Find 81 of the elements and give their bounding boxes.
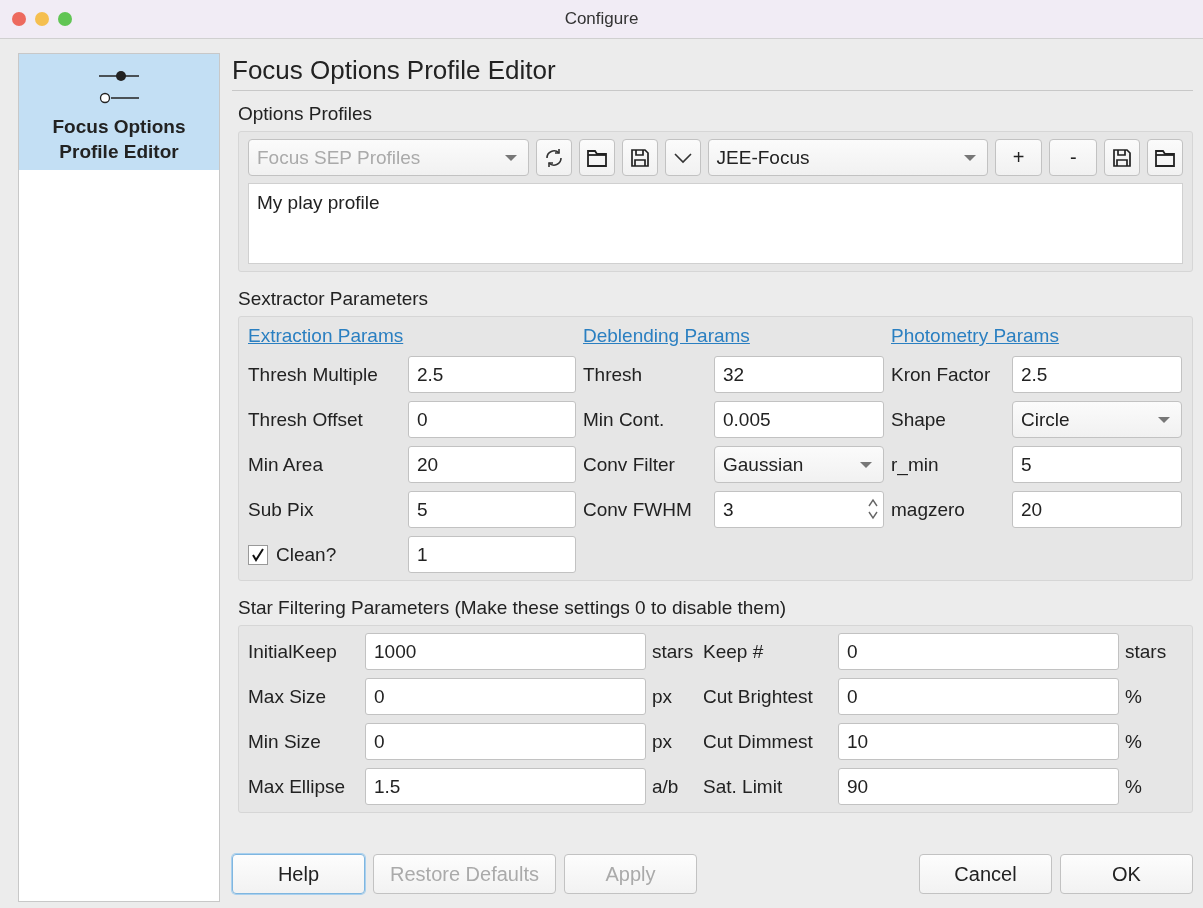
- description-field[interactable]: My play profile: [248, 183, 1183, 264]
- open-button[interactable]: [1147, 139, 1183, 176]
- dialog-button[interactable]: Help: [232, 854, 365, 894]
- field-label: Sat. Limit: [703, 775, 784, 798]
- field-label: Conv Filter: [583, 453, 676, 476]
- dialog-button[interactable]: OK: [1060, 854, 1193, 894]
- field-label: Thresh: [583, 363, 644, 386]
- input-field[interactable]: 20: [1012, 491, 1182, 528]
- section-title: Options Profiles: [238, 103, 373, 124]
- unit-label: stars: [1124, 640, 1168, 663]
- field-label: Cut Brightest: [703, 685, 814, 708]
- input-field[interactable]: 0.005: [714, 401, 884, 438]
- sliders-icon: [97, 68, 141, 106]
- page-title: Focus Options Profile Editor: [232, 55, 556, 85]
- checkmark-icon: [250, 546, 266, 563]
- section-title: Sextractor Parameters: [238, 288, 429, 309]
- unit-label: stars: [651, 640, 695, 663]
- dropdown-arrow-icon: [859, 460, 873, 469]
- profile-dropdown[interactable]: JEE-Focus: [707, 139, 988, 176]
- field-label: Shape: [891, 408, 947, 431]
- field-label: Kron Factor: [891, 363, 992, 386]
- unit-label: %: [1124, 775, 1143, 798]
- input-field[interactable]: 1000: [365, 633, 646, 670]
- field-label: Min Size: [248, 730, 322, 753]
- input-field[interactable]: 0: [365, 678, 646, 715]
- reload-button[interactable]: [536, 139, 572, 176]
- section-title: Star Filtering Parameters (Make these settings 0 to disable them): [238, 597, 787, 618]
- dropdown[interactable]: Circle: [1012, 401, 1182, 438]
- refresh-icon: [543, 146, 565, 169]
- dropdown-arrow-icon: [504, 153, 519, 162]
- checkbox[interactable]: Clean?: [248, 543, 337, 566]
- input-field[interactable]: 2.5: [408, 356, 576, 393]
- input-field[interactable]: 20: [408, 446, 576, 483]
- field-label: Conv FWHM: [583, 498, 693, 521]
- field-label: Min Cont.: [583, 408, 666, 431]
- folder-icon: [1154, 147, 1177, 168]
- field-label: Thresh Offset: [248, 408, 364, 431]
- unit-label: a/b: [651, 775, 680, 798]
- field-label: Max Size: [248, 685, 328, 708]
- field-label: Thresh Multiple: [248, 363, 379, 386]
- field-label: r_min: [891, 453, 940, 476]
- remove-button[interactable]: -: [1049, 139, 1098, 176]
- dropdown-arrow-icon: [1157, 415, 1171, 424]
- field-label: Cut Dimmest: [703, 730, 814, 753]
- field-label: Max Ellipse: [248, 775, 347, 798]
- input-field[interactable]: 1: [408, 536, 576, 573]
- stepper-arrows-icon: [867, 496, 879, 522]
- open-button[interactable]: [578, 139, 615, 176]
- unit-label: %: [1124, 685, 1143, 708]
- chevron-down-icon: [672, 151, 693, 164]
- dropdown-arrow-icon: [962, 153, 977, 162]
- field-label: magzero: [891, 498, 966, 521]
- folder-icon: [585, 147, 608, 168]
- unit-label: px: [651, 730, 674, 753]
- field-label: Min Area: [248, 453, 324, 476]
- save-button[interactable]: [621, 139, 658, 176]
- input-field[interactable]: 0: [838, 633, 1119, 670]
- input-field[interactable]: 5: [1012, 446, 1182, 483]
- save-button[interactable]: [1104, 139, 1141, 176]
- sidebar-item[interactable]: Focus Options Profile Editor: [19, 54, 219, 170]
- field-label: InitialKeep: [248, 640, 338, 663]
- input-field[interactable]: 5: [408, 491, 576, 528]
- window-title: Configure: [564, 9, 639, 28]
- input-field[interactable]: 32: [714, 356, 884, 393]
- input-field[interactable]: 0: [365, 723, 646, 760]
- expand-button[interactable]: [664, 139, 701, 176]
- input-field[interactable]: 10: [838, 723, 1119, 760]
- spin-box[interactable]: 3: [714, 491, 884, 528]
- dialog-button[interactable]: Cancel: [919, 854, 1052, 894]
- unit-label: px: [651, 685, 674, 708]
- field-label: Keep #: [703, 640, 765, 663]
- input-field[interactable]: 90: [838, 768, 1119, 805]
- input-field[interactable]: 0: [408, 401, 576, 438]
- field-label: Sub Pix: [248, 498, 315, 521]
- add-button[interactable]: +: [994, 139, 1043, 176]
- input-field[interactable]: 0: [838, 678, 1119, 715]
- input-field[interactable]: 2.5: [1012, 356, 1182, 393]
- input-field[interactable]: 1.5: [365, 768, 646, 805]
- close-button[interactable]: [12, 12, 26, 26]
- unit-label: %: [1124, 730, 1143, 753]
- dropdown[interactable]: Gaussian: [714, 446, 884, 483]
